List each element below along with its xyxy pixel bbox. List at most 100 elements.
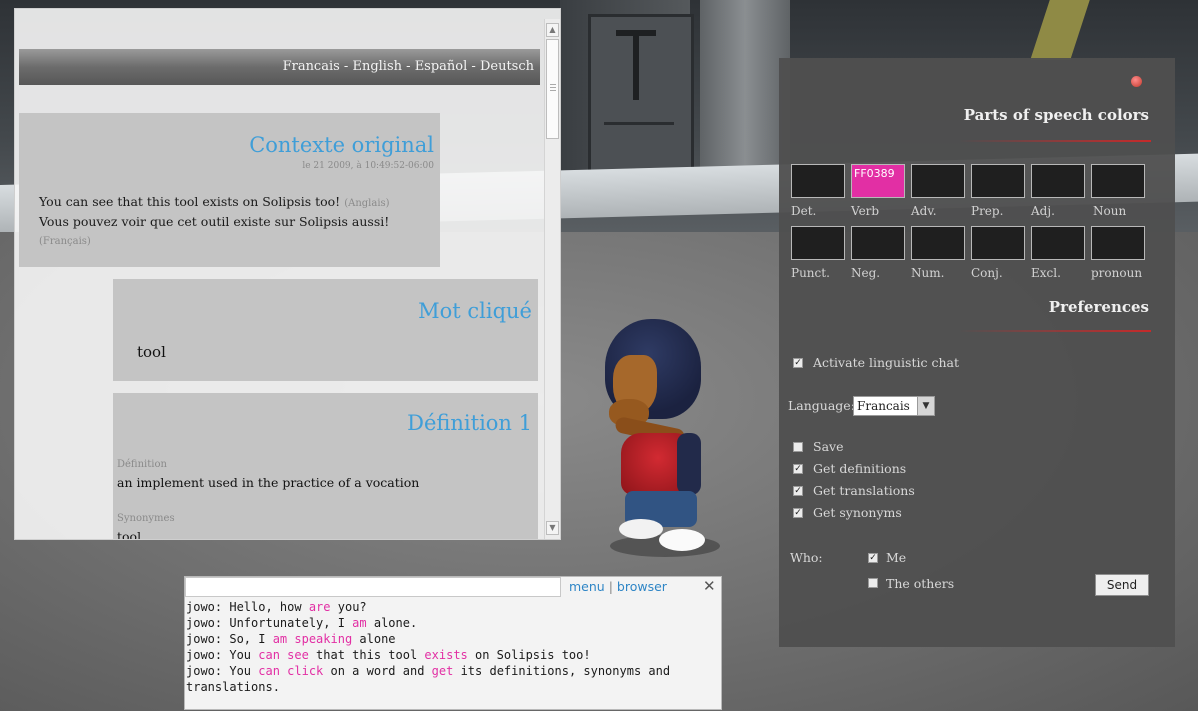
definition-label: Définition: [117, 459, 167, 470]
get-definitions-label: Get definitions: [813, 461, 907, 476]
language-separator: -: [467, 59, 480, 74]
chat-highlighted-word[interactable]: are: [309, 600, 331, 614]
color-swatch-adj[interactable]: [1031, 164, 1085, 198]
color-swatch-pronoun[interactable]: [1091, 226, 1145, 260]
avatar[interactable]: [585, 315, 725, 555]
chat-window: menu | browser ✕ jowo: Hello, how are yo…: [184, 576, 722, 710]
color-swatch-det[interactable]: [791, 164, 845, 198]
chat-message: translations.: [186, 679, 720, 695]
chat-highlighted-word[interactable]: can click: [258, 664, 323, 678]
scroll-up-arrow-icon[interactable]: ▲: [546, 23, 559, 37]
heading-rule: [959, 330, 1151, 332]
scroll-grip: [550, 90, 556, 91]
chat-log: jowo: Hello, how are you? jowo: Unfortuna…: [185, 599, 720, 695]
who-others-label: The others: [886, 576, 955, 591]
who-me-label: Me: [886, 550, 907, 565]
language-link-english[interactable]: English: [352, 59, 402, 74]
swatch-label-excl: Excl.: [1031, 266, 1061, 280]
swatch-label-adj: Adj.: [1031, 204, 1055, 218]
swatch-label-punct: Punct.: [791, 266, 830, 280]
language-label: Language:: [788, 398, 855, 413]
language-link-francais[interactable]: Francais: [283, 59, 340, 74]
who-me-checkbox[interactable]: ✓: [868, 553, 878, 563]
chat-text: you?: [330, 600, 367, 614]
language-link-deutsch[interactable]: Deutsch: [480, 59, 534, 74]
scroll-thumb[interactable]: [546, 39, 559, 139]
chat-message: jowo: Unfortunately, I am alone.: [186, 615, 720, 631]
avatar-shoe: [619, 519, 663, 539]
save-checkbox[interactable]: [793, 442, 803, 452]
get-synonyms-checkbox[interactable]: ✓: [793, 508, 803, 518]
color-swatch-conj[interactable]: [971, 226, 1025, 260]
color-swatch-adv[interactable]: [911, 164, 965, 198]
context-sentence-fr-lang: (Français): [39, 236, 91, 247]
chat-input[interactable]: [185, 577, 561, 597]
chat-message: jowo: You can see that this tool exists …: [186, 647, 720, 663]
color-swatch-num[interactable]: [911, 226, 965, 260]
swatch-label-prep: Prep.: [971, 204, 1004, 218]
chat-highlighted-word[interactable]: exists: [424, 648, 467, 662]
send-button[interactable]: Send: [1095, 574, 1149, 596]
language-select[interactable]: Francais ▼: [853, 396, 935, 416]
swatch-label-det: Det.: [791, 204, 817, 218]
chat-text: jowo: Hello, how: [186, 600, 309, 614]
scene-door-mark: [633, 30, 639, 100]
avatar-shoe: [659, 529, 705, 551]
chat-menu-link[interactable]: menu: [569, 579, 605, 594]
get-definitions-checkbox[interactable]: ✓: [793, 464, 803, 474]
language-separator: -: [402, 59, 415, 74]
context-sentence-en-lang: (Anglais): [344, 198, 390, 209]
chat-highlighted-word[interactable]: get: [432, 664, 454, 678]
context-box: Contexte original le 21 2009, à 10:49:52…: [19, 113, 440, 267]
scene-door: [588, 14, 694, 190]
color-swatch-neg[interactable]: [851, 226, 905, 260]
scene-pillar: [700, 0, 790, 190]
chat-text: its definitions, synonyms and: [453, 664, 671, 678]
context-title: Contexte original: [249, 133, 434, 157]
chat-highlighted-word[interactable]: am speaking: [273, 632, 352, 646]
chat-text: jowo: You: [186, 664, 259, 678]
preferences-heading: Preferences: [1048, 298, 1149, 316]
language-separator: -: [339, 59, 353, 74]
chat-links: menu | browser: [569, 579, 667, 594]
color-swatch-prep[interactable]: [971, 164, 1025, 198]
swatch-label-verb: Verb: [851, 204, 880, 218]
word-info-panel: Francais - English - Español - Deutsch C…: [14, 8, 561, 540]
language-select-value: Francais: [857, 399, 910, 413]
chat-text: alone.: [366, 616, 418, 630]
language-bar: Francais - English - Español - Deutsch: [19, 49, 540, 85]
chat-highlighted-word[interactable]: am: [352, 616, 366, 630]
who-others-checkbox[interactable]: [868, 578, 878, 588]
chat-text: jowo: Unfortunately, I: [186, 616, 353, 630]
synonyms-label: Synonymes: [117, 513, 175, 524]
activate-chat-checkbox[interactable]: ✓: [793, 358, 803, 368]
get-synonyms-label: Get synonyms: [813, 505, 902, 520]
chat-text: on a word and: [323, 664, 432, 678]
synonyms-text: tool: [117, 529, 142, 540]
scroll-grip: [550, 87, 556, 88]
swatch-label-conj: Conj.: [971, 266, 1003, 280]
scene-door-line: [604, 122, 674, 125]
color-swatch-noun[interactable]: [1091, 164, 1145, 198]
chat-text: translations.: [186, 680, 280, 694]
chat-browser-link[interactable]: browser: [617, 579, 667, 594]
language-link-espanol[interactable]: Español: [415, 59, 468, 74]
chat-highlighted-word[interactable]: can see: [258, 648, 309, 662]
swatch-label-neg: Neg.: [851, 266, 881, 280]
color-swatch-excl[interactable]: [1031, 226, 1085, 260]
scroll-down-arrow-icon[interactable]: ▼: [546, 521, 559, 535]
save-label: Save: [813, 439, 844, 454]
chevron-down-icon[interactable]: ▼: [917, 397, 934, 415]
preferences-panel: Parts of speech colors FF0389 Det. Verb …: [779, 58, 1175, 647]
color-swatch-verb[interactable]: FF0389: [851, 164, 905, 198]
close-icon[interactable]: ✕: [703, 577, 716, 595]
activate-chat-label: Activate linguistic chat: [813, 355, 959, 370]
close-icon[interactable]: [1131, 76, 1142, 87]
vertical-scrollbar[interactable]: ▲ ▼: [544, 19, 560, 539]
who-label: Who:: [790, 550, 823, 565]
context-sentence-fr: Vous pouvez voir que cet outil existe su…: [39, 214, 390, 229]
get-translations-checkbox[interactable]: ✓: [793, 486, 803, 496]
chat-text: on Solipsis too!: [467, 648, 591, 662]
color-swatch-punct[interactable]: [791, 226, 845, 260]
clicked-word-box: Mot cliqué tool: [113, 279, 538, 381]
